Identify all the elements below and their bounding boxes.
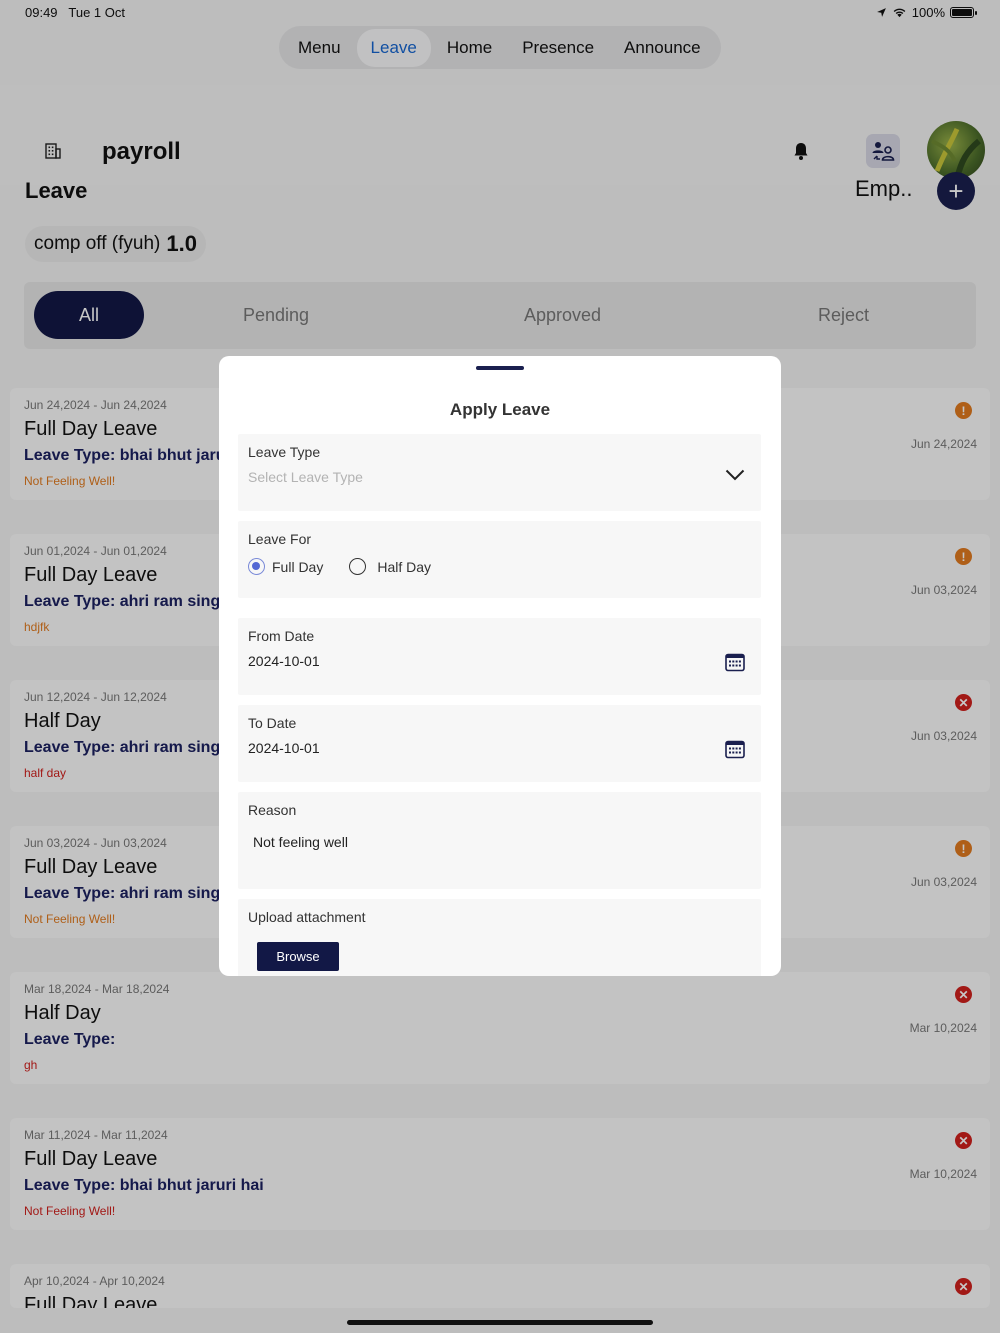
leave-for-label: Leave For bbox=[248, 531, 312, 547]
from-date-field[interactable]: From Date 2024-10-01 bbox=[238, 618, 761, 695]
reason-input[interactable]: Not feeling well bbox=[253, 834, 348, 850]
calendar-icon[interactable] bbox=[725, 739, 745, 759]
to-date-field[interactable]: To Date 2024-10-01 bbox=[238, 705, 761, 782]
attachment-label: Upload attachment bbox=[248, 909, 366, 925]
from-date-label: From Date bbox=[248, 628, 315, 644]
leave-type-select[interactable]: Leave Type Select Leave Type bbox=[238, 434, 761, 511]
apply-leave-modal: Apply Leave Leave Type Select Leave Type… bbox=[219, 356, 781, 976]
half-day-radio[interactable] bbox=[349, 558, 367, 575]
half-day-label[interactable]: Half Day bbox=[377, 559, 431, 575]
attachment-field: Upload attachment Browse bbox=[238, 899, 761, 976]
chevron-down-icon bbox=[725, 469, 745, 481]
browse-button[interactable]: Browse bbox=[257, 942, 339, 971]
leave-for-group: Leave For Full Day Half Day bbox=[238, 521, 761, 598]
full-day-radio[interactable] bbox=[248, 558, 265, 575]
to-date-label: To Date bbox=[248, 715, 297, 731]
leave-type-label: Leave Type bbox=[248, 444, 321, 460]
from-date-value[interactable]: 2024-10-01 bbox=[248, 653, 320, 669]
drag-handle[interactable] bbox=[476, 366, 524, 370]
to-date-value[interactable]: 2024-10-01 bbox=[248, 740, 320, 756]
leave-for-options: Full Day Half Day bbox=[248, 558, 431, 575]
reason-field[interactable]: Reason Not feeling well bbox=[238, 792, 761, 889]
modal-title: Apply Leave bbox=[449, 400, 551, 419]
calendar-icon[interactable] bbox=[725, 652, 745, 672]
home-indicator[interactable] bbox=[347, 1320, 653, 1325]
leave-type-placeholder: Select Leave Type bbox=[248, 469, 363, 485]
reason-label: Reason bbox=[248, 802, 297, 818]
full-day-label[interactable]: Full Day bbox=[272, 559, 323, 575]
